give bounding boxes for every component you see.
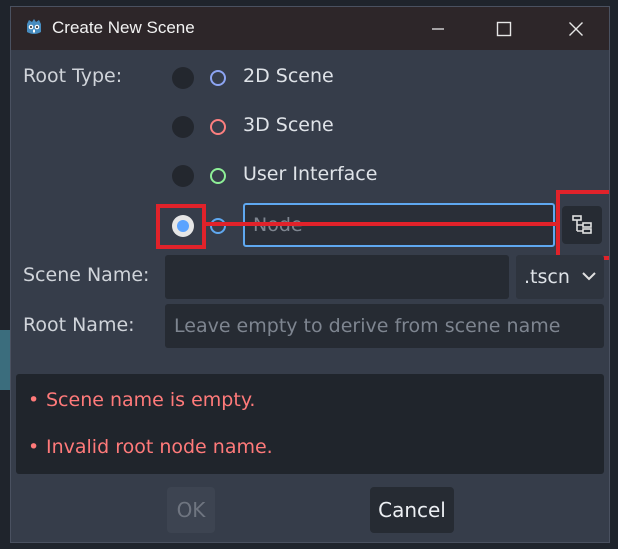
root-type-label: Root Type: <box>23 65 123 87</box>
window-title: Create New Scene <box>52 18 195 37</box>
highlight-connector-line <box>206 222 559 226</box>
node3d-icon <box>210 119 226 135</box>
radio-user-interface[interactable] <box>172 165 194 187</box>
title-bar[interactable]: Create New Scene <box>11 7 609 50</box>
node-icon <box>210 218 226 234</box>
root-name-label: Root Name: <box>23 314 135 336</box>
bullet: • <box>28 389 40 411</box>
node2d-icon <box>210 70 226 86</box>
chevron-down-icon <box>582 272 596 281</box>
background-editor-edge <box>0 330 10 390</box>
root-name-input[interactable]: Leave empty to derive from scene name <box>165 304 604 348</box>
minimize-icon <box>432 27 444 30</box>
create-new-scene-dialog: Create New Scene Root Type: 2D Scene 3D … <box>10 6 610 543</box>
scene-name-label: Scene Name: <box>23 264 150 286</box>
highlight-box-tree-button <box>556 190 609 260</box>
close-icon <box>569 21 583 36</box>
godot-icon <box>27 19 41 34</box>
error-message: • Invalid root node name. <box>28 436 273 458</box>
control-icon <box>210 168 226 184</box>
minimize-button[interactable] <box>415 7 461 50</box>
bullet: • <box>28 436 40 458</box>
option-2d-scene-label[interactable]: 2D Scene <box>243 65 334 87</box>
option-3d-scene-label[interactable]: 3D Scene <box>243 114 334 136</box>
maximize-button[interactable] <box>481 7 527 50</box>
radio-3d-scene[interactable] <box>172 116 194 138</box>
highlight-box-node-radio <box>156 204 206 249</box>
scene-name-input[interactable] <box>165 255 509 299</box>
extension-select[interactable]: .tscn <box>516 255 604 299</box>
error-message: • Scene name is empty. <box>28 389 255 411</box>
cancel-button[interactable]: Cancel <box>370 487 454 533</box>
maximize-icon <box>496 21 512 36</box>
root-name-placeholder: Leave empty to derive from scene name <box>174 315 561 337</box>
error-text: Invalid root node name. <box>46 436 273 458</box>
ok-button[interactable]: OK <box>167 487 215 533</box>
extension-value: .tscn <box>524 266 570 288</box>
error-text: Scene name is empty. <box>46 389 256 411</box>
option-user-interface-label[interactable]: User Interface <box>243 163 377 185</box>
radio-2d-scene[interactable] <box>172 67 194 89</box>
validation-messages-panel: • Scene name is empty. • Invalid root node… <box>16 374 604 474</box>
close-button[interactable] <box>553 7 599 50</box>
